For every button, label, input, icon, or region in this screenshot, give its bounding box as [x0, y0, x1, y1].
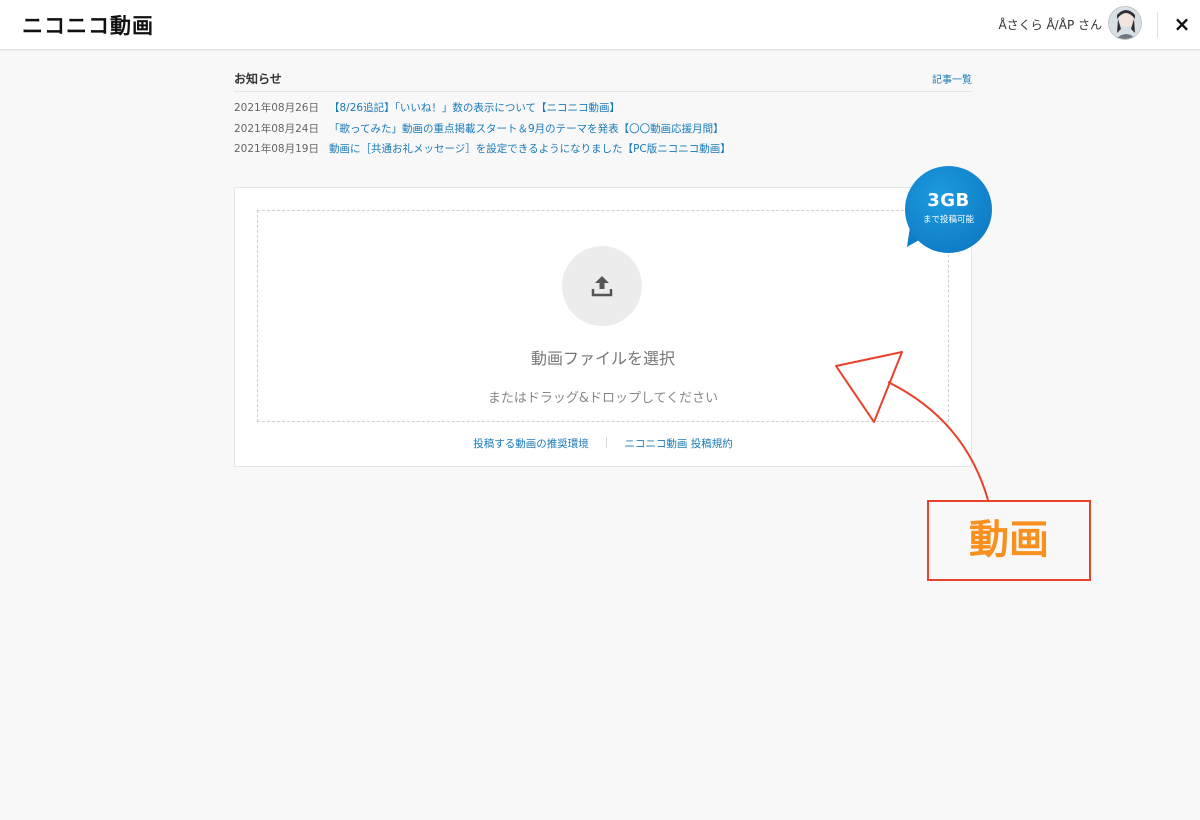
- annotation-text: 動画: [969, 517, 1049, 563]
- annotation-box: 動画: [927, 500, 1091, 581]
- annotation-arrow-icon: [835, 351, 989, 501]
